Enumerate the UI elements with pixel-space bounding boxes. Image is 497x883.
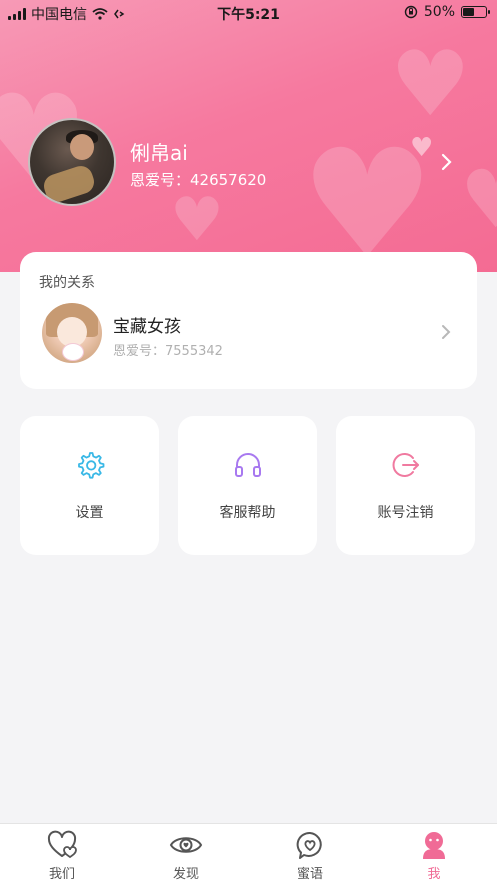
eye-icon bbox=[169, 837, 203, 853]
tab-discover[interactable]: 发现 bbox=[124, 824, 248, 883]
tab-sweet-talk-label: 蜜语 bbox=[296, 867, 323, 882]
heart-icon bbox=[47, 830, 77, 859]
partner-avatar bbox=[42, 303, 102, 363]
settings-button[interactable]: 设置 bbox=[20, 416, 159, 555]
orientation-lock-icon bbox=[404, 5, 418, 19]
account-cancel-label: 账号注销 bbox=[377, 505, 434, 521]
battery-percent: 50% bbox=[423, 4, 455, 20]
user-avatar[interactable] bbox=[28, 118, 116, 206]
heart-decoration: ♥ bbox=[170, 185, 224, 255]
partner-name: 宝藏女孩 bbox=[113, 317, 181, 337]
tab-we[interactable]: 我们 bbox=[0, 824, 124, 883]
settings-label: 设置 bbox=[75, 505, 104, 521]
bottom-tab-bar: 我们 发现 蜜语 我 bbox=[0, 823, 497, 883]
heart-decoration: ♥ bbox=[410, 133, 434, 163]
heart-bubble-icon bbox=[296, 831, 322, 859]
relation-card[interactable]: 我的关系 宝藏女孩 恩爱号：7555342 bbox=[20, 252, 477, 389]
tab-me[interactable]: 我 bbox=[372, 824, 496, 883]
person-icon bbox=[423, 832, 445, 859]
user-name: 俐帛ai bbox=[130, 141, 188, 165]
tab-discover-label: 发现 bbox=[172, 867, 199, 882]
logout-icon bbox=[392, 453, 419, 477]
battery-icon bbox=[461, 6, 490, 18]
heart-decoration: ♥ bbox=[460, 153, 497, 246]
chevron-right-icon[interactable] bbox=[440, 150, 454, 180]
tab-me-label: 我 bbox=[427, 867, 441, 882]
status-bar: 中国电信 下午5:21 50% bbox=[0, 0, 497, 26]
heart-decoration: ♥ bbox=[390, 32, 471, 137]
relation-title: 我的关系 bbox=[39, 275, 95, 291]
chevron-right-icon[interactable] bbox=[441, 322, 451, 346]
tab-sweet-talk[interactable]: 蜜语 bbox=[248, 824, 372, 883]
partner-id: 恩爱号：7555342 bbox=[113, 344, 223, 359]
gear-icon bbox=[77, 452, 104, 479]
customer-service-label: 客服帮助 bbox=[219, 505, 276, 521]
profile-page: ♥ ♥ ♥ ♥ ♥ ♥ 中国电信 下午5:21 bbox=[0, 0, 497, 883]
headset-icon bbox=[234, 453, 261, 477]
tab-we-label: 我们 bbox=[48, 867, 75, 882]
account-cancel-button[interactable]: 账号注销 bbox=[336, 416, 475, 555]
user-id: 恩爱号：42657620 bbox=[130, 171, 267, 189]
customer-service-button[interactable]: 客服帮助 bbox=[178, 416, 317, 555]
